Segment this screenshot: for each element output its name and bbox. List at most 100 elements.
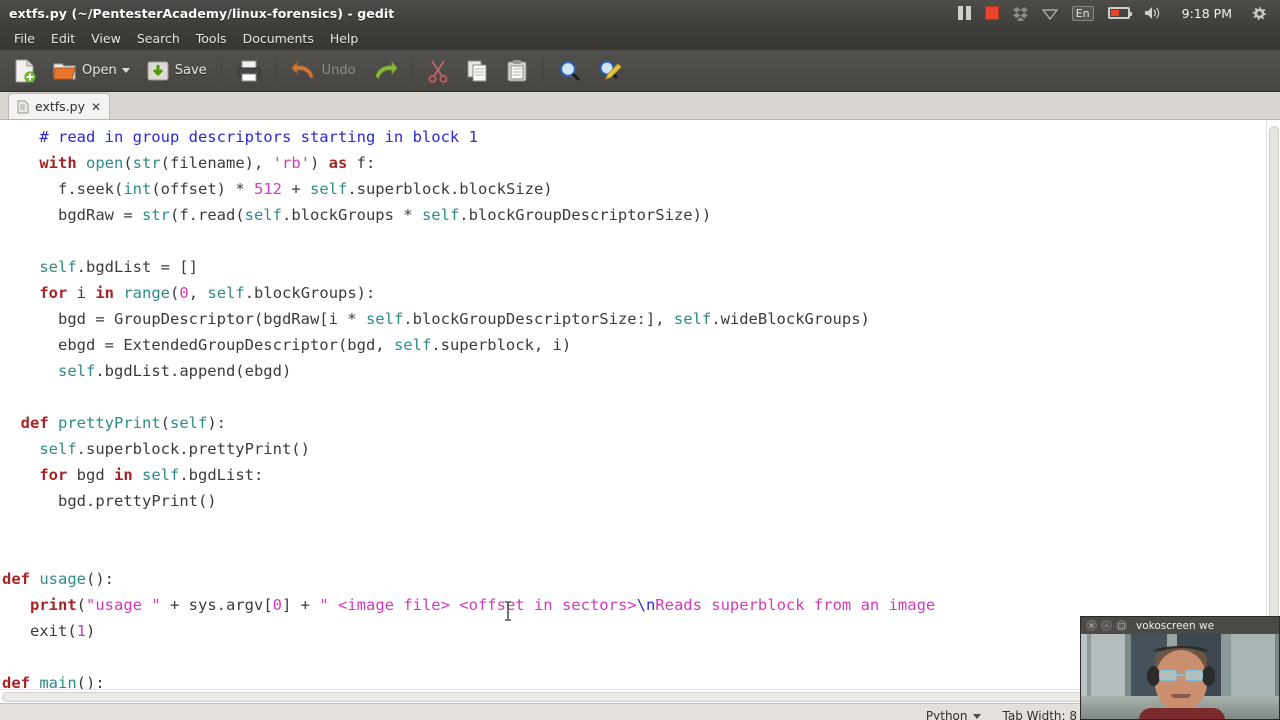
undo-button[interactable]: Undo [284, 54, 363, 88]
minimize-icon[interactable]: – [1101, 620, 1112, 631]
code-token: ) [309, 154, 329, 172]
code-token: 0 [272, 596, 282, 614]
battery-icon[interactable] [1101, 0, 1137, 26]
tab-extfs-py[interactable]: extfs.py ✕ [8, 93, 111, 119]
code-line: self.bgdList = [] [0, 254, 935, 280]
code-token: 1 [76, 622, 87, 640]
paste-icon [507, 59, 527, 81]
code-token: as [328, 154, 348, 172]
chevron-down-icon[interactable] [121, 68, 130, 73]
code-token: (offset) * [151, 180, 254, 198]
code-token: self [39, 258, 77, 276]
code-line: bgdRaw = str(f.read(self.blockGroups * s… [0, 202, 935, 228]
maximize-icon[interactable]: □ [1116, 620, 1127, 631]
code-token: # read in group descriptors starting in … [39, 128, 478, 146]
headphone-earcup-right [1202, 666, 1215, 686]
find-button[interactable] [551, 54, 589, 88]
code-token: self [421, 206, 460, 224]
menubar: File Edit View Search Tools Documents He… [0, 26, 1280, 50]
pause-icon[interactable] [951, 0, 978, 26]
tab-width-label: Tab Width: 8 [1002, 709, 1077, 720]
language-selector[interactable]: Python [926, 709, 981, 720]
code-token: bgdRaw = [58, 206, 142, 224]
printer-icon [237, 60, 261, 81]
code-token: with [39, 154, 77, 172]
new-document-button[interactable] [6, 54, 44, 88]
system-tray: En 9:18 PM [951, 0, 1280, 26]
menu-item-tools[interactable]: Tools [188, 28, 235, 49]
replace-button[interactable] [591, 54, 629, 88]
copy-button[interactable] [458, 54, 496, 88]
code-token: .bgdList.append(ebgd) [95, 362, 292, 380]
save-button[interactable]: Save [139, 54, 214, 88]
clock-label: 9:18 PM [1181, 5, 1232, 21]
clock[interactable]: 9:18 PM [1169, 0, 1245, 26]
toolbar: Open Save Undo [0, 50, 1280, 92]
print-button[interactable] [229, 54, 269, 88]
menu-item-documents[interactable]: Documents [235, 28, 322, 49]
code-token: 'rb' [272, 154, 310, 172]
code-token: .blockGroupDescriptorSize)) [459, 206, 712, 224]
wifi-icon[interactable] [1035, 0, 1065, 26]
vertical-scrollbar-thumb[interactable] [1269, 126, 1279, 686]
code-line: for i in range(0, self.blockGroups): [0, 280, 935, 306]
tab-width-selector[interactable]: Tab Width: 8 [1003, 709, 1090, 720]
code-content[interactable]: # read in group descriptors starting in … [0, 120, 935, 696]
open-button[interactable]: Open [46, 54, 137, 88]
person-glasses [1159, 670, 1203, 681]
code-line: def prettyPrint(self): [0, 410, 935, 436]
cut-button[interactable] [420, 54, 456, 88]
paste-button[interactable] [498, 54, 536, 88]
keyboard-layout-indicator[interactable]: En [1065, 0, 1101, 26]
person-mouth [1171, 694, 1191, 698]
toolbar-separator [411, 57, 413, 84]
redo-button[interactable] [365, 54, 405, 88]
gedit-window: extfs.py (~/PentesterAcademy/linux-foren… [0, 0, 1280, 720]
menu-item-search[interactable]: Search [129, 28, 188, 49]
code-token: .superblock.prettyPrint() [76, 440, 310, 458]
code-token: .superblock.blockSize) [347, 180, 553, 198]
code-token: exit( [30, 622, 77, 640]
menu-item-view[interactable]: View [83, 28, 129, 49]
code-token: + sys.argv[ [160, 596, 273, 614]
code-line: bgd = GroupDescriptor(bgdRaw[i * self.bl… [0, 306, 935, 332]
open-button-label: Open [82, 63, 117, 78]
toolbar-separator [220, 57, 222, 84]
session-gear-icon[interactable] [1245, 0, 1274, 26]
menu-item-edit[interactable]: Edit [43, 28, 83, 49]
code-token: .blockGroupDescriptorSize:], [403, 310, 674, 328]
record-stop-icon[interactable] [978, 0, 1006, 26]
webcam-video-feed [1081, 634, 1279, 719]
code-token: for [39, 284, 68, 302]
code-token: .bgdList = [] [76, 258, 198, 276]
horizontal-scrollbar-thumb[interactable] [2, 692, 1247, 702]
code-token: def [2, 570, 30, 588]
code-token: self [244, 206, 282, 224]
close-icon[interactable]: × [1086, 620, 1097, 631]
find-replace-icon [599, 59, 622, 80]
code-line: def usage(): [0, 566, 935, 592]
menu-item-help[interactable]: Help [322, 28, 367, 49]
code-token: (filename), [160, 154, 273, 172]
undo-button-label: Undo [321, 63, 356, 78]
code-token: i [67, 284, 96, 302]
code-token: self [142, 466, 180, 484]
chevron-down-icon[interactable] [972, 713, 981, 719]
code-token: Reads superblock from an image [655, 596, 936, 614]
vokoscreen-webcam-window[interactable]: × – □ vokoscreen we [1080, 616, 1280, 720]
code-token: open [86, 154, 124, 172]
search-icon [559, 60, 580, 81]
code-token: .blockGroups): [244, 284, 376, 302]
code-token: ): [207, 414, 227, 432]
code-token: int [123, 180, 152, 198]
close-icon[interactable]: ✕ [91, 100, 101, 114]
dropbox-icon[interactable] [1006, 0, 1035, 26]
volume-icon[interactable] [1137, 0, 1169, 26]
code-token: ] + [282, 596, 320, 614]
menu-item-file[interactable]: File [6, 28, 43, 49]
